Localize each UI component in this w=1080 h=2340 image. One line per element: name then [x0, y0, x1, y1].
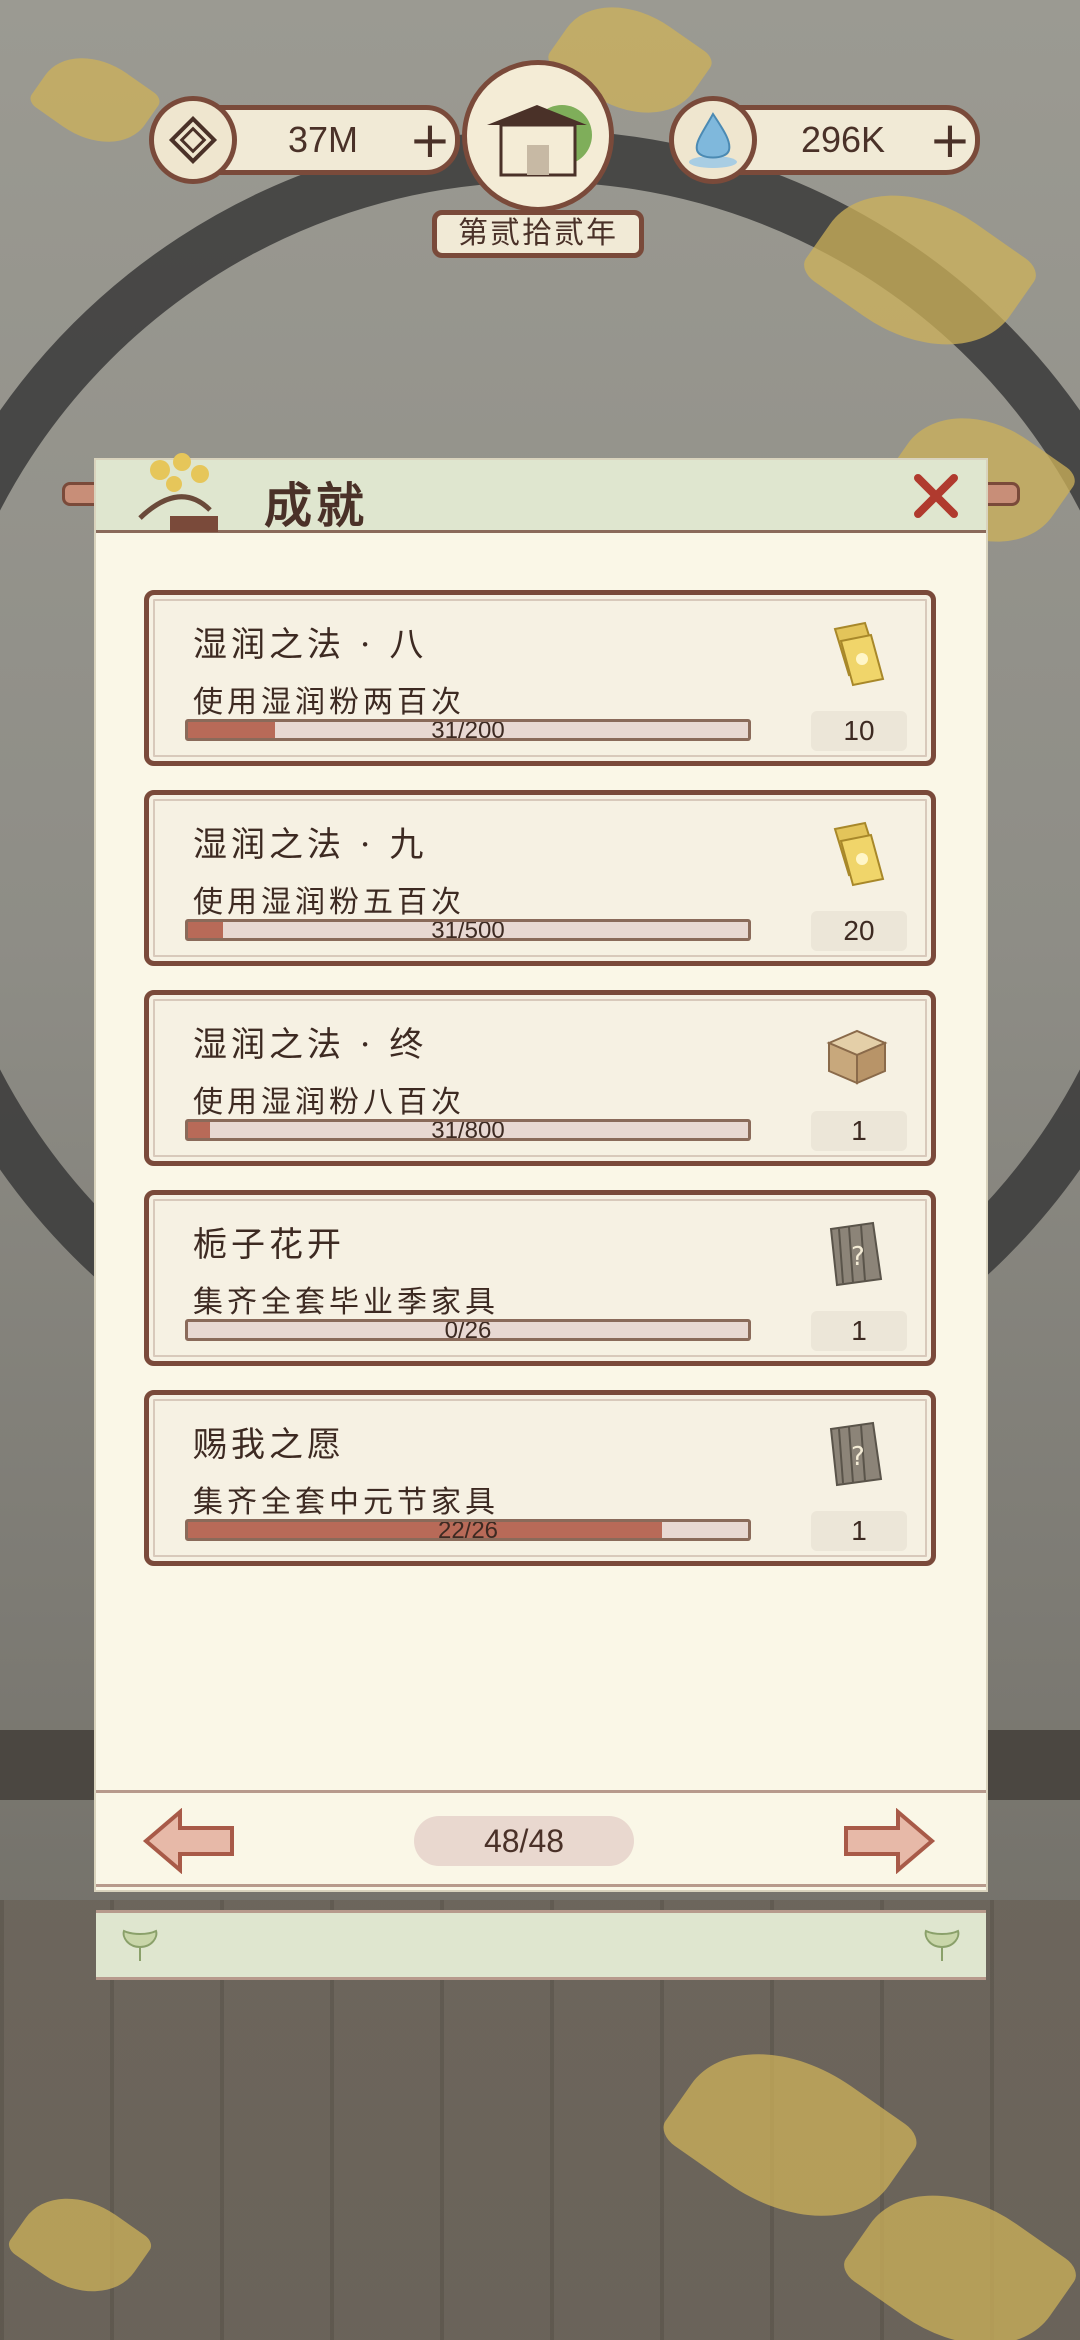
progress-bar: 31/500: [185, 919, 751, 941]
panel-footer: [96, 1910, 986, 1980]
svg-text:?: ?: [851, 1242, 865, 1272]
progress-bar: 22/26: [185, 1519, 751, 1541]
achievement-description: 集齐全套中元节家具: [193, 1485, 499, 1520]
water-counter: 296K +: [669, 96, 980, 184]
ticket-icon: [825, 819, 889, 891]
reward-count: 1: [811, 1311, 907, 1351]
progress-bar: 0/26: [185, 1319, 751, 1341]
prev-page-button[interactable]: [142, 1807, 236, 1875]
arrow-right-icon: [844, 1807, 936, 1875]
mystery-scroll-icon: ?: [825, 1419, 889, 1491]
svg-text:?: ?: [851, 1442, 865, 1472]
achievement-name: 赐我之愿: [193, 1425, 345, 1465]
progress-bar: 31/800: [185, 1119, 751, 1141]
mystery-scroll-icon: ?: [825, 1219, 889, 1291]
close-icon: [914, 474, 958, 518]
scroll-rod-right: [980, 482, 1020, 506]
divider: [96, 1790, 986, 1793]
ginkgo-icon: [922, 1929, 962, 1963]
year-badge: 第贰拾贰年: [432, 60, 644, 260]
reward-count: 1: [811, 1511, 907, 1551]
achievement-panel: 成就 湿润之法 · 八使用湿润粉两百次 31/200 10 湿润之法 · 九使用湿润粉…: [62, 453, 1020, 1980]
coin-value: 37M: [287, 119, 359, 160]
achievement-name: 湿润之法 · 九: [193, 825, 428, 865]
progress-text: 22/26: [437, 1519, 499, 1541]
ginkgo-icon: [120, 1929, 160, 1963]
progress-bar: 31/200: [185, 719, 751, 741]
year-label: 第贰拾贰年: [432, 210, 644, 258]
close-button[interactable]: [908, 468, 964, 524]
achievement-name: 湿润之法 · 八: [193, 625, 428, 665]
coin-icon: [149, 96, 237, 184]
progress-text: 31/200: [431, 719, 505, 741]
panel-header: 成就: [96, 453, 986, 534]
achievement-card[interactable]: 栀子花开集齐全套毕业季家具 0/26? 1: [144, 1190, 936, 1366]
achievement-description: 使用湿润粉五百次: [193, 885, 465, 920]
progress-text: 31/500: [431, 919, 505, 941]
reward-count: 20: [811, 911, 907, 951]
achievement-card[interactable]: 湿润之法 · 八使用湿润粉两百次 31/200 10: [144, 590, 936, 766]
divider: [96, 1884, 986, 1887]
pavilion-icon: [462, 60, 614, 212]
achievement-description: 集齐全套毕业季家具: [193, 1285, 499, 1320]
achievement-description: 使用湿润粉八百次: [193, 1085, 465, 1120]
water-value: 296K: [800, 119, 886, 160]
panel-title: 成就: [264, 478, 369, 534]
water-drop-icon: [669, 96, 757, 184]
bonsai-icon: [120, 440, 250, 540]
achievement-card[interactable]: 赐我之愿集齐全套中元节家具 22/26? 1: [144, 1390, 936, 1566]
reward-count: 1: [811, 1111, 907, 1151]
ginkgo-leaf-decor: [27, 35, 163, 165]
coin-counter: 37M +: [149, 96, 460, 184]
progress-text: 0/26: [444, 1319, 492, 1341]
wooden-box-icon: [825, 1019, 889, 1091]
reward-count: 10: [811, 711, 907, 751]
progress-text: 31/800: [431, 1119, 505, 1141]
arrow-left-icon: [142, 1807, 234, 1875]
achievement-card[interactable]: 湿润之法 · 九使用湿润粉五百次 31/500 20: [144, 790, 936, 966]
page-indicator: 48/48: [414, 1816, 634, 1866]
achievement-description: 使用湿润粉两百次: [193, 685, 465, 720]
achievement-name: 湿润之法 · 终: [193, 1025, 428, 1065]
achievement-card[interactable]: 湿润之法 · 终使用湿润粉八百次 31/800 1: [144, 990, 936, 1166]
ticket-icon: [825, 619, 889, 691]
next-page-button[interactable]: [842, 1807, 936, 1875]
achievement-name: 栀子花开: [193, 1225, 345, 1265]
add-water-button[interactable]: +: [929, 115, 975, 165]
